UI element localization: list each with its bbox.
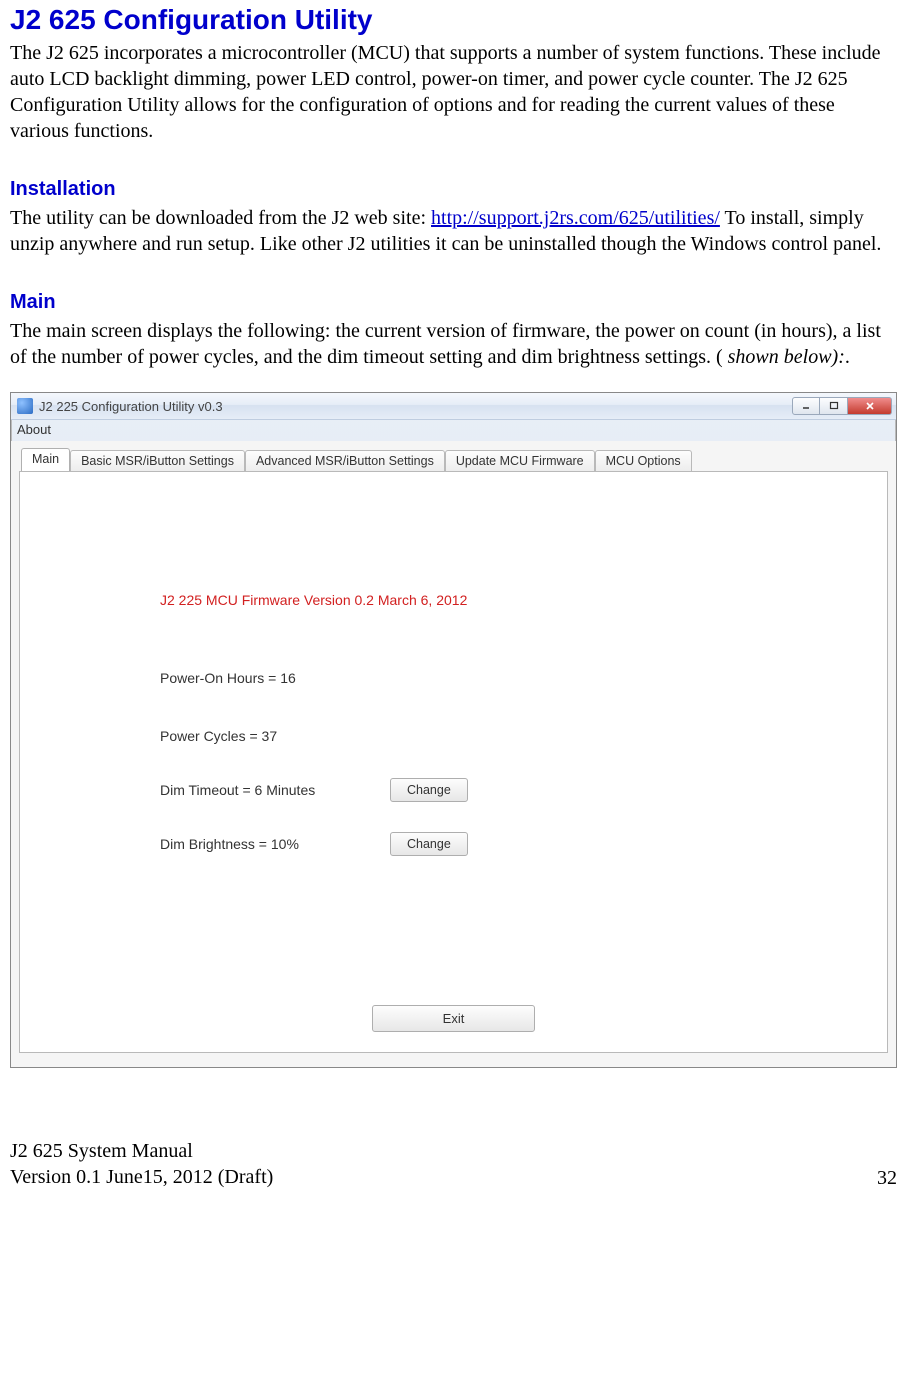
exit-button-wrap: Exit — [20, 1005, 887, 1032]
page-footer: J2 625 System Manual Version 0.1 June15,… — [10, 1138, 897, 1196]
tab-update-firmware[interactable]: Update MCU Firmware — [445, 450, 595, 472]
installation-paragraph: The utility can be downloaded from the J… — [10, 205, 897, 257]
dim-timeout-label: Dim Timeout = 6 Minutes — [160, 782, 350, 798]
dim-timeout-row: Dim Timeout = 6 Minutes Change — [160, 778, 468, 802]
installation-text-before: The utility can be downloaded from the J… — [10, 207, 431, 229]
dim-brightness-label: Dim Brightness = 10% — [160, 836, 350, 852]
main-text-italic: shown below): — [728, 346, 845, 368]
tab-main[interactable]: Main — [21, 448, 70, 471]
installation-heading: Installation — [10, 178, 897, 201]
power-on-hours-line: Power-On Hours = 16 — [160, 670, 296, 686]
tab-advanced-msr[interactable]: Advanced MSR/iButton Settings — [245, 450, 445, 472]
tab-basic-msr[interactable]: Basic MSR/iButton Settings — [70, 450, 245, 472]
footer-version: Version 0.1 June15, 2012 (Draft) — [10, 1164, 273, 1190]
power-cycles-line: Power Cycles = 37 — [160, 728, 277, 744]
exit-button[interactable]: Exit — [372, 1005, 536, 1032]
change-dim-timeout-button[interactable]: Change — [390, 778, 468, 802]
window-controls — [792, 397, 892, 415]
page-title: J2 625 Configuration Utility — [10, 4, 897, 36]
maximize-button[interactable] — [820, 397, 848, 415]
footer-manual-title: J2 625 System Manual — [10, 1138, 273, 1164]
tab-mcu-options[interactable]: MCU Options — [595, 450, 692, 472]
tab-page-main: J2 225 MCU Firmware Version 0.2 March 6,… — [19, 471, 888, 1053]
main-paragraph: The main screen displays the following: … — [10, 318, 897, 370]
menubar: About — [11, 420, 896, 441]
tab-strip: Main Basic MSR/iButton Settings Advanced… — [19, 447, 888, 471]
intro-paragraph: The J2 625 incorporates a microcontrolle… — [10, 40, 897, 144]
page-number: 32 — [877, 1167, 897, 1190]
menu-about[interactable]: About — [17, 422, 51, 437]
window-title: J2 225 Configuration Utility v0.3 — [39, 399, 792, 414]
main-heading: Main — [10, 291, 897, 314]
minimize-button[interactable] — [792, 397, 820, 415]
change-dim-brightness-button[interactable]: Change — [390, 832, 468, 856]
titlebar: J2 225 Configuration Utility v0.3 — [11, 393, 896, 420]
download-link[interactable]: http://support.j2rs.com/625/utilities/ — [431, 207, 720, 229]
close-button[interactable] — [848, 397, 892, 415]
window-client: Main Basic MSR/iButton Settings Advanced… — [11, 441, 896, 1067]
app-window: J2 225 Configuration Utility v0.3 About … — [10, 392, 897, 1068]
dim-brightness-row: Dim Brightness = 10% Change — [160, 832, 468, 856]
main-text-after: . — [845, 346, 850, 368]
firmware-version-line: J2 225 MCU Firmware Version 0.2 March 6,… — [160, 592, 467, 608]
app-icon — [17, 398, 33, 414]
